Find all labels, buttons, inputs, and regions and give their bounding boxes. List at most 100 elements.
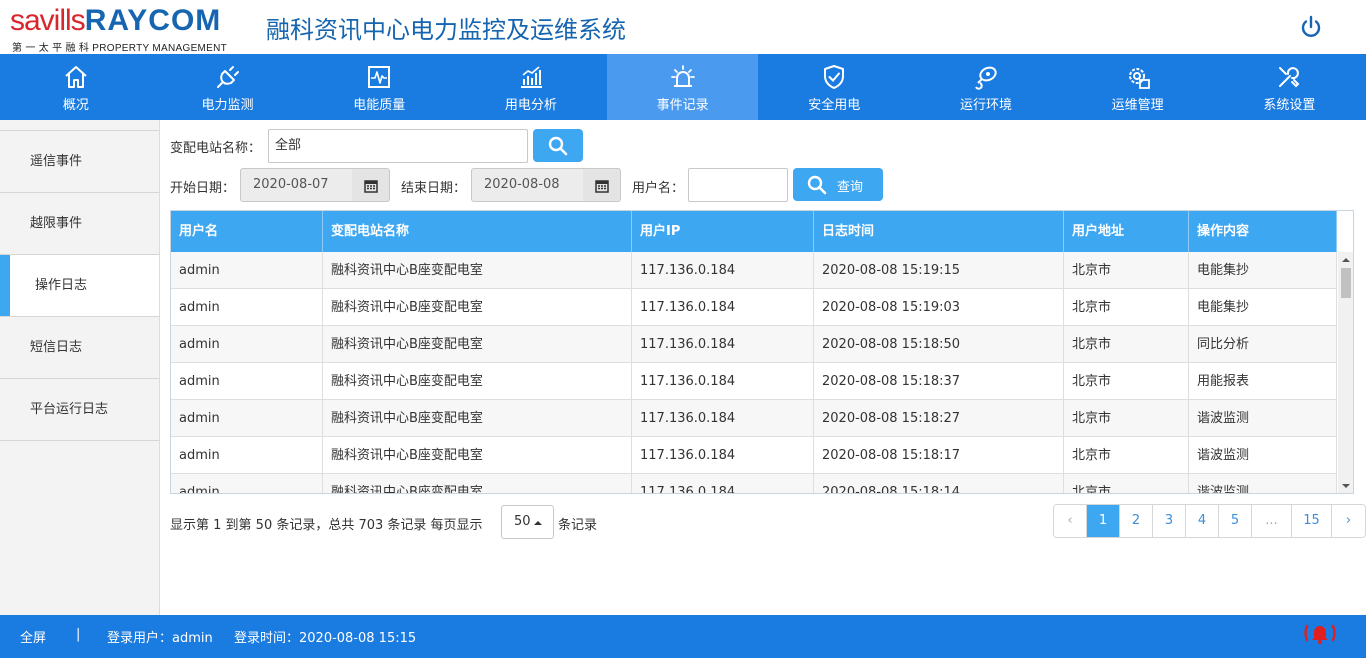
column-header[interactable]: 变配电站名称: [323, 211, 632, 252]
logo-secondary-text: RAYCOM: [84, 4, 222, 37]
records-summary: 显示第 1 到第 50 条记录，总共 703 条记录 每页显示: [170, 518, 483, 533]
nav-label: 运行环境: [959, 98, 1012, 113]
column-header[interactable]: 操作内容: [1189, 211, 1337, 252]
table-row[interactable]: admin 融科资讯中心B座变配电室 117.136.0.184 2020-08…: [171, 289, 1337, 326]
sidebar-divider: [0, 120, 159, 131]
nav-item-overview[interactable]: 概况: [0, 54, 152, 120]
scroll-up-arrow-icon[interactable]: [1341, 255, 1351, 265]
station-select[interactable]: 全部: [268, 129, 528, 163]
start-date-input[interactable]: 2020-08-07: [240, 168, 353, 202]
table-header-corner: [1337, 211, 1353, 252]
cell-station: 融科资讯中心B座变配电室: [323, 326, 632, 363]
app-title: 融科资讯中心电力监控及运维系统: [266, 16, 626, 44]
page-size-select[interactable]: 50: [501, 505, 554, 539]
environment-icon: [975, 66, 997, 90]
sidebar-item-operation-log[interactable]: 操作日志: [0, 255, 159, 317]
nav-item-safe-power[interactable]: 安全用电: [758, 54, 910, 120]
nav-label: 概况: [62, 98, 89, 113]
table-row[interactable]: admin 融科资讯中心B座变配电室 117.136.0.184 2020-08…: [171, 363, 1337, 400]
column-header[interactable]: 用户IP: [632, 211, 814, 252]
cell-station: 融科资讯中心B座变配电室: [323, 289, 632, 326]
station-label: 变配电站名称：: [170, 141, 262, 156]
gear-settings-icon: [1128, 68, 1150, 89]
login-user: 登录用户：admin: [107, 631, 213, 646]
query-button[interactable]: 查询: [793, 168, 883, 201]
login-time: 登录时间：2020-08-08 15:15: [234, 631, 417, 646]
sidebar: 遥信事件 越限事件 操作日志 短信日志 平台运行日志: [0, 120, 160, 615]
username-input[interactable]: [688, 168, 788, 202]
cell-username: admin: [171, 363, 323, 400]
nav-item-event-records[interactable]: 事件记录: [606, 54, 759, 120]
cell-time: 2020-08-08 15:18:27: [814, 400, 1064, 437]
nav-item-system-settings[interactable]: 系统设置: [1214, 54, 1366, 120]
nav-label: 系统设置: [1263, 98, 1316, 113]
station-search-button[interactable]: [533, 129, 583, 162]
cell-operation: 用能报表: [1189, 363, 1337, 400]
home-icon: [65, 66, 87, 88]
status-bar: 全屏 | 登录用户：admin 登录时间：2020-08-08 15:15: [0, 615, 1366, 658]
header: savillsRAYCOM 第 一 太 平 融 科 PROPERTY MANAG…: [0, 0, 1366, 54]
search-icon: [548, 136, 568, 156]
page-button[interactable]: 15: [1292, 505, 1332, 537]
cell-station: 融科资讯中心B座变配电室: [323, 252, 632, 289]
end-date-input[interactable]: 2020-08-08: [471, 168, 584, 202]
table-scrollbar[interactable]: [1338, 252, 1353, 493]
cell-time: 2020-08-08 15:18:37: [814, 363, 1064, 400]
page-button[interactable]: 5: [1219, 505, 1252, 537]
start-date-label: 开始日期：: [170, 181, 236, 196]
cell-address: 北京市: [1064, 326, 1189, 363]
nav-item-power-monitoring[interactable]: 电力监测: [152, 54, 304, 120]
sidebar-item-telesignal-events[interactable]: 遥信事件: [0, 131, 159, 193]
power-icon[interactable]: [1298, 14, 1324, 40]
column-header[interactable]: 用户名: [171, 211, 323, 252]
column-header[interactable]: 用户地址: [1064, 211, 1189, 252]
cell-ip: 117.136.0.184: [632, 252, 814, 289]
nav-item-environment[interactable]: 运行环境: [910, 54, 1062, 120]
table-row[interactable]: admin 融科资讯中心B座变配电室 117.136.0.184 2020-08…: [171, 474, 1337, 493]
sidebar-item-sms-log[interactable]: 短信日志: [0, 317, 159, 379]
cell-address: 北京市: [1064, 400, 1189, 437]
start-date-calendar-button[interactable]: [352, 168, 390, 202]
table-row[interactable]: admin 融科资讯中心B座变配电室 117.136.0.184 2020-08…: [171, 437, 1337, 474]
table-row[interactable]: admin 融科资讯中心B座变配电室 117.136.0.184 2020-08…: [171, 326, 1337, 363]
page-button[interactable]: 3: [1153, 505, 1186, 537]
nav-label: 安全用电: [808, 98, 861, 113]
table-row[interactable]: admin 融科资讯中心B座变配电室 117.136.0.184 2020-08…: [171, 252, 1337, 289]
cell-time: 2020-08-08 15:18:50: [814, 326, 1064, 363]
nav-item-maintenance[interactable]: 运维管理: [1062, 54, 1214, 120]
next-page-button[interactable]: ›: [1332, 505, 1365, 537]
page-button[interactable]: 1: [1087, 505, 1120, 537]
nav-item-usage-analysis[interactable]: 用电分析: [455, 54, 607, 120]
sidebar-item-platform-log[interactable]: 平台运行日志: [0, 379, 159, 441]
scrollbar-thumb[interactable]: [1341, 268, 1351, 298]
shield-check-icon: [824, 65, 845, 89]
sidebar-item-limit-events[interactable]: 越限事件: [0, 193, 159, 255]
page-button[interactable]: 2: [1120, 505, 1153, 537]
cell-username: admin: [171, 326, 323, 363]
fullscreen-link[interactable]: 全屏: [20, 627, 46, 646]
table-header: 用户名 变配电站名称 用户IP 日志时间 用户地址 操作内容: [171, 211, 1337, 252]
cell-ip: 117.136.0.184: [632, 289, 814, 326]
cell-username: admin: [171, 474, 323, 493]
cell-operation: 同比分析: [1189, 326, 1337, 363]
table-row[interactable]: admin 融科资讯中心B座变配电室 117.136.0.184 2020-08…: [171, 400, 1337, 437]
calendar-icon: [595, 180, 609, 193]
status-separator: |: [76, 627, 81, 642]
prev-page-button[interactable]: ‹: [1054, 505, 1087, 537]
cell-ip: 117.136.0.184: [632, 474, 814, 493]
cell-ip: 117.136.0.184: [632, 400, 814, 437]
end-date-calendar-button[interactable]: [583, 168, 621, 202]
nav-label: 运维管理: [1111, 98, 1164, 113]
nav-item-power-quality[interactable]: 电能质量: [303, 54, 455, 120]
scroll-down-arrow-icon[interactable]: [1341, 481, 1351, 491]
cell-operation: 电能集抄: [1189, 289, 1337, 326]
nav-label: 电力监测: [201, 98, 254, 113]
cell-ip: 117.136.0.184: [632, 437, 814, 474]
cell-address: 北京市: [1064, 289, 1189, 326]
cell-operation: 谐波监测: [1189, 437, 1337, 474]
column-header[interactable]: 日志时间: [814, 211, 1064, 252]
calendar-icon: [364, 180, 378, 193]
page-button[interactable]: 4: [1186, 505, 1219, 537]
alarm-light-icon: [670, 65, 695, 87]
alarm-bell-icon[interactable]: [1302, 621, 1338, 645]
